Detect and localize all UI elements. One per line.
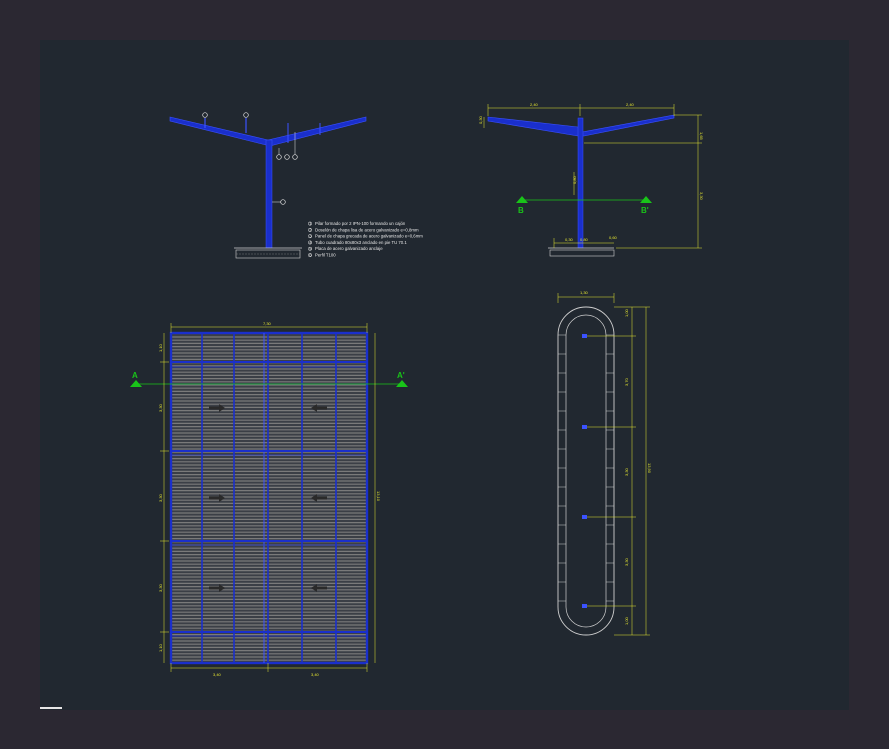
dim-seg-4: 3,30 [624,557,629,566]
dim-base-mid: 0,80 [580,237,589,242]
base-plan-labels: 1,30 1,00 3,70 3,30 3,30 1,00 13,90 [580,290,652,625]
section-mark-b-left: B [518,206,524,215]
section-mark-b-right: B' [641,206,649,215]
canopy-plan-drawing [130,323,408,672]
legend-item: Doselón de chapa lisa de acero galvaniza… [315,227,419,232]
dim-right-span: 2,40 [626,102,635,107]
legend-item: Perfil T100 [315,253,336,258]
legend-item: Pilar formado por 2 IPN-100 formando un … [315,221,406,226]
dim-row-5: 1,10 [158,643,163,652]
dim-plan-bottom-left: 3,40 [213,672,222,677]
dim-seg-1: 1,00 [624,308,629,317]
legend-item: Tubo cuadrado 80x80x3 anclado en pie TU … [315,240,407,245]
dim-base-top: 1,30 [580,290,589,295]
dim-height: 3,30 [699,192,704,201]
dim-plan-top: 7,30 [263,321,272,326]
section-b-drawing [483,104,702,257]
drawing-viewport[interactable]: 1 Pilar formado por 2 IPN-100 formando un… [40,40,849,710]
dim-row-4: 3,30 [158,583,163,592]
dim-seg-2: 3,70 [624,377,629,386]
dim-top-right: 1,65 [699,132,704,141]
dim-base-left: 0,30 [565,237,574,242]
section-mark-a-right: A' [397,371,405,380]
base-plan-drawing [557,293,650,636]
dim-row-2: 3,30 [158,403,163,412]
ucs-axis-icon [40,707,62,709]
dim-base-total: 13,90 [647,463,652,474]
legend-item: Panel de chapa grecada de acero galvaniz… [315,234,423,239]
section-mark-a-left: A [132,371,138,380]
dim-seg-3: 3,30 [624,467,629,476]
cad-drawing: 1 Pilar formado por 2 IPN-100 formando un… [130,102,704,677]
elevation-a-legend: 1 Pilar formado por 2 IPN-100 formando un… [308,221,423,258]
dim-row-1: 1,10 [158,343,163,352]
dim-pillar: 0,80 [572,175,577,184]
base-segments [558,334,614,602]
dim-seg-5: 1,00 [624,616,629,625]
dim-plan-total: 13,10 [376,491,381,502]
dim-base-right: 0,60 [609,235,618,240]
dim-side-left: 0,30 [478,115,483,124]
dim-plan-bottom-right: 3,40 [311,672,320,677]
legend-item: Placa de acero galvanizado anclaje [315,246,383,251]
dim-row-3: 3,30 [158,493,163,502]
dim-left-span: 2,40 [530,102,539,107]
